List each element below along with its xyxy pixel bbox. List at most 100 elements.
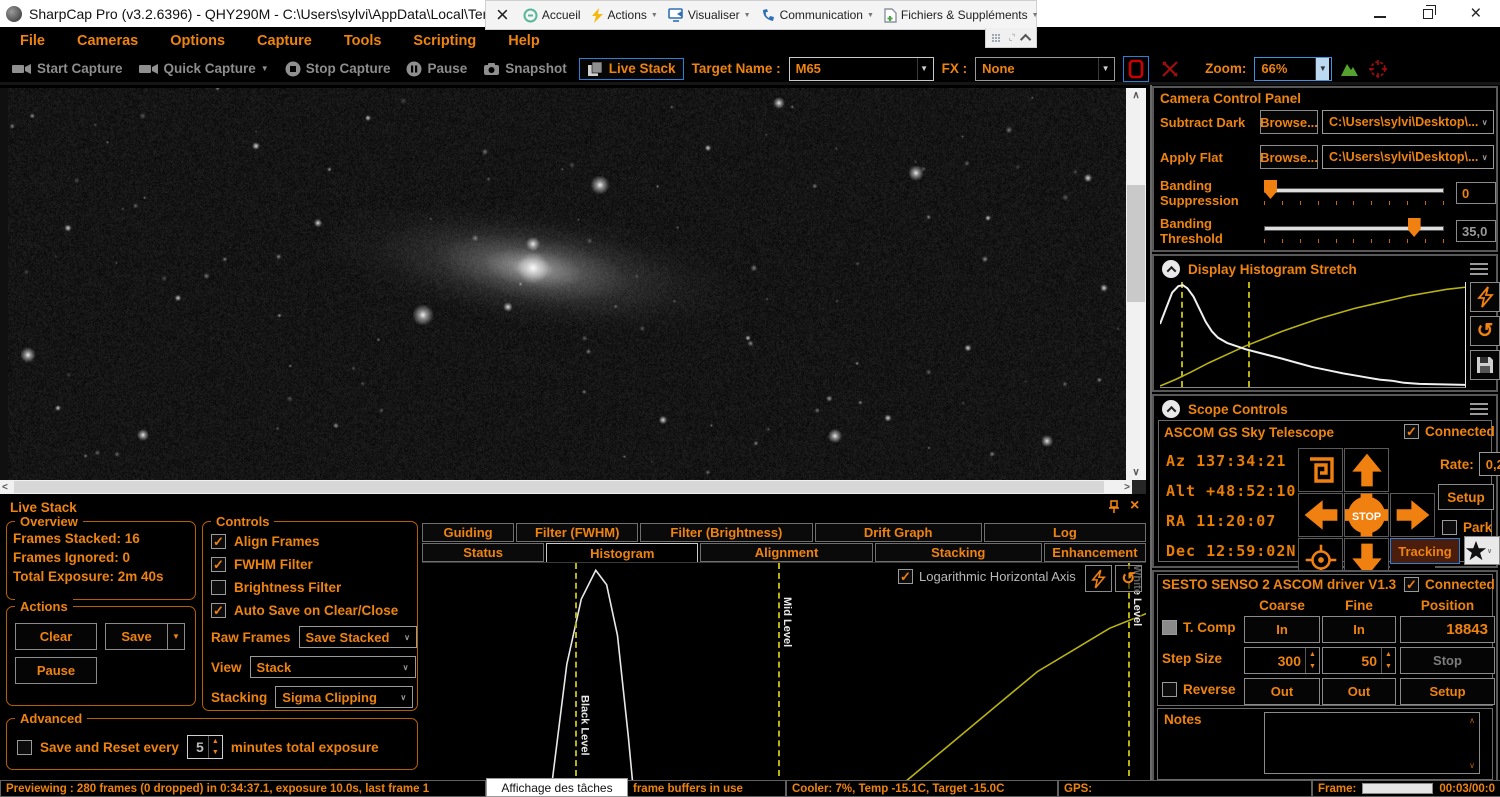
office-item-fichiers[interactable]: Fichiers & Suppléments ▼ <box>884 7 1039 23</box>
tab-alignment[interactable]: Alignment <box>700 543 873 562</box>
slew-up-button[interactable] <box>1344 448 1389 492</box>
slew-stop-button[interactable]: STOP <box>1344 493 1389 537</box>
scope-setup-button[interactable]: Setup <box>1438 484 1494 510</box>
close-icon[interactable]: × <box>1470 4 1481 23</box>
auto-stretch-icon[interactable] <box>1340 61 1360 77</box>
restore-icon[interactable] <box>1422 4 1436 19</box>
menu-scripting[interactable]: Scripting <box>413 33 476 49</box>
park-checkbox[interactable] <box>1442 520 1457 535</box>
scroll-down-icon[interactable]: ∨ <box>1130 465 1141 480</box>
slider-thumb[interactable] <box>1264 180 1277 199</box>
menu-options[interactable]: Options <box>170 33 225 49</box>
horizontal-scroll-thumb[interactable] <box>14 481 1104 493</box>
clear-selection-button[interactable] <box>1157 56 1183 82</box>
pause-stack-button[interactable]: Pause <box>15 657 97 684</box>
slider-thumb[interactable] <box>1407 218 1421 237</box>
spiral-search-button[interactable] <box>1298 448 1343 492</box>
tab-drift-graph[interactable]: Drift Graph <box>814 523 982 542</box>
office-item-communication[interactable]: Communication ▼ <box>761 8 874 23</box>
save-reset-checkbox[interactable] <box>17 739 32 755</box>
tab-enhancement[interactable]: Enhancement <box>1043 543 1146 562</box>
ribbon-collapse-stub[interactable]: ⌞⌝ <box>985 28 1037 48</box>
fine-step-spinner[interactable]: 50 ▲ ▼ <box>1322 647 1396 674</box>
tab-histogram[interactable]: Histogram <box>546 543 699 564</box>
start-capture-button[interactable]: Start Capture <box>8 59 127 78</box>
pin-icon[interactable] <box>1108 500 1120 514</box>
collapse-button[interactable] <box>1162 400 1180 418</box>
fwhm-filter-checkbox[interactable] <box>211 557 226 572</box>
fine-out-button[interactable]: Out <box>1322 678 1396 705</box>
tab-filter-brightness[interactable]: Filter (Brightness) <box>640 523 813 542</box>
minimize-icon[interactable] <box>1373 10 1386 18</box>
scroll-up-icon[interactable]: ∧ <box>1130 88 1141 103</box>
stacking-combo[interactable]: Sigma Clipping ∨ <box>275 686 414 708</box>
star-goto-button[interactable]: ∨ <box>1464 536 1500 565</box>
scope-connected-checkbox[interactable] <box>1404 424 1419 439</box>
apply-flat-browse-button[interactable]: Browse... <box>1260 145 1318 169</box>
scroll-left-icon[interactable]: < <box>0 480 10 495</box>
subtract-dark-browse-button[interactable]: Browse... <box>1260 110 1318 134</box>
close-panel-icon[interactable]: × <box>1130 497 1139 515</box>
menu-icon[interactable] <box>1470 260 1488 278</box>
reverse-checkbox[interactable] <box>1162 682 1177 697</box>
quick-capture-button[interactable]: Quick Capture ▼ <box>135 59 273 78</box>
slew-right-button[interactable] <box>1390 493 1435 537</box>
reticle-icon[interactable] <box>1368 59 1388 79</box>
snapshot-button[interactable]: Snapshot <box>479 59 571 78</box>
reset-stack-stretch-button[interactable]: ↺ <box>1115 565 1142 592</box>
vertical-scroll-thumb[interactable] <box>1127 185 1145 302</box>
subtract-dark-path-combo[interactable]: C:\Users\sylvi\Desktop\... ∨ <box>1322 110 1494 134</box>
focuser-stop-button[interactable]: Stop <box>1400 647 1495 674</box>
raw-frames-combo[interactable]: Save Stacked ∨ <box>298 626 417 648</box>
white-level-line[interactable] <box>1127 563 1130 776</box>
menu-capture[interactable]: Capture <box>257 33 312 49</box>
fx-combo[interactable]: None ▼ <box>975 56 1116 81</box>
apply-flat-path-combo[interactable]: C:\Users\sylvi\Desktop\... ∨ <box>1322 145 1494 169</box>
collapse-button[interactable] <box>1162 260 1180 278</box>
stretch-histogram-graph[interactable] <box>1160 282 1466 388</box>
save-stretch-button[interactable] <box>1470 350 1500 380</box>
mid-level-line[interactable] <box>778 563 781 776</box>
tab-log[interactable]: Log <box>983 523 1146 542</box>
banding-threshold-slider[interactable] <box>1264 218 1444 244</box>
clear-button[interactable]: Clear <box>15 623 97 650</box>
selection-area-button[interactable] <box>1123 55 1150 82</box>
notes-textarea[interactable] <box>1264 712 1480 774</box>
notes-scroll-up-icon[interactable]: ∧ <box>1465 713 1479 727</box>
save-dropdown-arrow[interactable]: ▼ <box>167 623 185 650</box>
office-item-actions[interactable]: Actions ▼ <box>591 7 658 23</box>
log-axis-checkbox[interactable] <box>898 569 913 584</box>
brightness-filter-checkbox[interactable] <box>211 580 226 595</box>
stack-histogram-plot[interactable]: Black Level Mid Level White Level Logari… <box>422 562 1146 776</box>
coarse-out-button[interactable]: Out <box>1244 678 1320 705</box>
tab-stacking[interactable]: Stacking <box>874 543 1042 562</box>
menu-help[interactable]: Help <box>508 33 539 49</box>
office-close-icon[interactable]: × <box>496 2 509 28</box>
banding-threshold-value[interactable]: 35,0 <box>1456 220 1496 242</box>
reset-stretch-button[interactable]: ↺ <box>1470 316 1500 346</box>
office-item-accueil[interactable]: Accueil <box>523 8 581 23</box>
target-name-combo[interactable]: M65 ▼ <box>788 56 934 81</box>
coarse-in-button[interactable]: In <box>1244 616 1320 643</box>
focuser-setup-button[interactable]: Setup <box>1400 678 1495 705</box>
auto-stretch-stack-button[interactable] <box>1085 565 1112 592</box>
stop-capture-button[interactable]: Stop Capture <box>281 59 395 79</box>
live-stack-button[interactable]: Live Stack <box>578 57 684 80</box>
save-split-button[interactable]: Save ▼ <box>105 623 185 650</box>
align-frames-checkbox[interactable] <box>211 534 226 549</box>
tab-guiding[interactable]: Guiding <box>422 523 515 542</box>
tracking-toggle-button[interactable]: Tracking <box>1390 538 1460 564</box>
coarse-step-spinner[interactable]: 300 ▲ ▼ <box>1244 647 1320 674</box>
zoom-combo[interactable]: 66% ▼ <box>1254 56 1333 81</box>
menu-icon[interactable] <box>1470 400 1488 418</box>
menu-file[interactable]: File <box>20 33 45 49</box>
scroll-right-icon[interactable]: > <box>1122 480 1132 495</box>
office-item-visualiser[interactable]: Visualiser ▼ <box>668 8 751 22</box>
view-combo[interactable]: Stack ∨ <box>249 656 416 678</box>
auto-save-checkbox[interactable] <box>211 603 226 618</box>
pause-button[interactable]: Pause <box>402 59 471 79</box>
rate-combo[interactable]: 0,25 ∨ <box>1478 452 1500 476</box>
tab-filter-fwhm[interactable]: Filter (FWHM) <box>516 523 639 542</box>
menu-cameras[interactable]: Cameras <box>77 33 138 49</box>
banding-suppression-value[interactable]: 0 <box>1456 182 1496 204</box>
